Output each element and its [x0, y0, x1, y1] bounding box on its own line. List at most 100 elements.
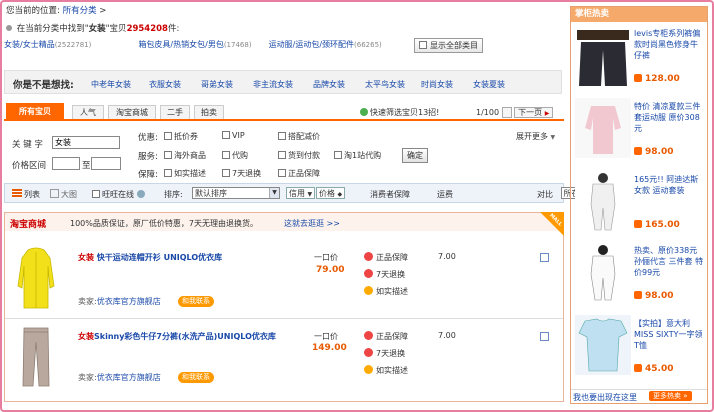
filter-cod[interactable]: 货到付款	[278, 150, 320, 161]
list-icon	[12, 189, 22, 198]
product-price: 79.00	[316, 265, 345, 275]
show-all-categories-button[interactable]: 显示全部类目	[414, 38, 483, 53]
wangwang-online-filter[interactable]: 旺旺在线	[92, 189, 145, 200]
triangle-right-icon: ▶	[544, 110, 550, 117]
grid-view-toggle[interactable]: 大图	[50, 189, 77, 200]
filter-overseas[interactable]: 海外商品	[164, 150, 206, 161]
option-label: 正品保障	[288, 169, 320, 178]
wangwang-contact-button[interactable]: 和我联系	[178, 371, 214, 383]
hot-item-image-tshirt[interactable]	[575, 315, 631, 375]
option-label: 代购	[232, 151, 248, 160]
checkbox[interactable]	[278, 132, 286, 140]
suggestion-link[interactable]: 中老年女装	[91, 79, 131, 90]
tab-secondhand[interactable]: 二手	[160, 105, 190, 120]
grid-icon	[50, 189, 59, 198]
arrow-updown-icon: ◆	[337, 191, 343, 198]
confirm-button[interactable]: 确定	[402, 148, 428, 163]
product-image-jeans[interactable]	[18, 326, 54, 390]
tab-auction[interactable]: 拍卖	[194, 105, 224, 120]
suggestion-link[interactable]: 时尚女装	[421, 79, 453, 90]
sort-credit-button[interactable]: 信用 ▼	[286, 187, 316, 199]
service-label: 服务:	[138, 152, 158, 162]
checkbox[interactable]	[278, 169, 286, 177]
hot-item-image-suit[interactable]	[575, 242, 631, 302]
product-title-link[interactable]: 女装Skinny彩色牛仔7分裤(水洗产品)UNIQLO优衣库	[78, 331, 288, 343]
price-min-input[interactable]	[52, 157, 80, 170]
option-label: 海外商品	[174, 151, 206, 160]
category-row: 女装/女士精品(2522781) 箱包皮具/热销女包/男包(17468) 运动服…	[4, 39, 382, 50]
checkbox[interactable]	[334, 151, 342, 159]
breadcrumb-prefix: 您当前的位置:	[6, 6, 60, 16]
result-number: 2954208	[126, 24, 168, 34]
column-shipping: 运费	[437, 190, 453, 199]
hot-item-title-link[interactable]: 【实拍】意大利MISS SIXTY一字领T恤	[634, 318, 704, 351]
category-count: (17468)	[223, 41, 252, 49]
hot-sale-footer: 我也要出现在这里 更多热卖 »	[571, 389, 707, 403]
checkbox[interactable]	[164, 169, 172, 177]
prev-page-button[interactable]	[501, 107, 512, 118]
mall-browse-link[interactable]: 这就去逛逛 >>	[284, 218, 340, 229]
expand-more-link[interactable]: 展开更多 ▼	[516, 131, 555, 142]
checkbox[interactable]	[222, 131, 230, 139]
tab-all-items[interactable]: 所有宝贝	[6, 103, 64, 120]
category-link[interactable]: 女装/女士精品	[4, 40, 55, 49]
filter-7day-return[interactable]: 7天退换	[222, 168, 261, 179]
list-label: 列表	[24, 190, 40, 199]
filter-vip[interactable]: VIP	[222, 131, 245, 140]
filter-bundle[interactable]: 搭配减价	[278, 131, 320, 142]
hot-item-title-link[interactable]: levis专柜系列裤偏款时尚黑色修身牛仔裤	[634, 28, 704, 61]
hot-item-image-sportswear[interactable]	[575, 98, 631, 158]
quick-filter-link[interactable]: 快速筛选宝贝13招!	[360, 107, 439, 118]
product-price: 149.00	[312, 343, 347, 353]
checkbox[interactable]	[222, 169, 230, 177]
hot-item-title-link[interactable]: 热卖、原价338元 孙俪代言 三件套 特价99元	[634, 245, 704, 278]
next-page-button[interactable]: 下一页 ▶	[514, 107, 554, 118]
filter-taobao-daigou[interactable]: 淘1站代购	[334, 150, 381, 161]
hot-item-image-jeans[interactable]	[575, 28, 631, 88]
pager: 1/100 下一页 ▶	[476, 107, 554, 118]
filter-coupon[interactable]: 抵价券	[164, 131, 198, 142]
wangwang-contact-button[interactable]: 和我联系	[178, 295, 214, 307]
price-tag-icon	[634, 74, 642, 82]
checkbox[interactable]	[92, 190, 100, 198]
breadcrumb-all-categories[interactable]: 所有分类	[63, 6, 97, 16]
checkbox[interactable]	[222, 151, 230, 159]
price-max-input[interactable]	[91, 157, 121, 170]
seller-info: 卖家:优衣库官方旗舰店	[78, 372, 161, 383]
compare-checkbox[interactable]	[540, 332, 549, 341]
checkbox[interactable]	[278, 151, 286, 159]
checkbox[interactable]	[164, 132, 172, 140]
suggestion-link[interactable]: 太平鸟女装	[365, 79, 405, 90]
seller-link[interactable]: 优衣库官方旗舰店	[97, 297, 161, 306]
suggestion-link[interactable]: 非主流女装	[253, 79, 293, 90]
tab-tmall[interactable]: 淘宝商城	[108, 105, 156, 120]
advertise-here-link[interactable]: 我也要出现在这里	[573, 392, 637, 403]
product-title-link[interactable]: 女装 快干运动连帽开衫 UNIQLO优衣库	[78, 252, 222, 263]
option-label: 如实描述	[174, 169, 206, 178]
hot-item-image-adidas-set[interactable]	[575, 170, 631, 232]
hot-item-title-link[interactable]: 特价 清凉夏款三件套运动服 原价308元	[634, 101, 704, 134]
tab-popularity[interactable]: 人气	[72, 105, 104, 120]
sort-select[interactable]: 默认排序 ▼	[192, 187, 280, 199]
suggestion-link[interactable]: 衣服女装	[149, 79, 181, 90]
filter-genuine[interactable]: 正品保障	[278, 168, 320, 179]
hot-item-title-link[interactable]: 165元!! 阿迪达斯 女款 运动套装	[634, 174, 704, 196]
filter-daigou[interactable]: 代购	[222, 150, 248, 161]
keyword-input[interactable]: 女装	[52, 136, 120, 149]
sort-bar	[4, 183, 564, 203]
product-image-yellow-hoodie[interactable]	[16, 246, 56, 312]
suggestion-link[interactable]: 女装夏装	[473, 79, 505, 90]
category-link[interactable]: 箱包皮具/热销女包/男包	[138, 40, 223, 49]
seller-label: 卖家:	[78, 297, 97, 306]
compare-checkbox[interactable]	[540, 253, 549, 262]
category-link[interactable]: 运动服/运动包/颈环配件	[269, 40, 354, 49]
filter-as-described[interactable]: 如实描述	[164, 168, 206, 179]
sort-label: 排序:	[164, 190, 183, 199]
suggestion-link[interactable]: 哥弟女装	[201, 79, 233, 90]
suggestion-link[interactable]: 品牌女装	[313, 79, 345, 90]
list-view-toggle[interactable]: 列表	[12, 189, 40, 200]
checkbox[interactable]	[164, 151, 172, 159]
seller-link[interactable]: 优衣库官方旗舰店	[97, 373, 161, 382]
more-hot-button[interactable]: 更多热卖 »	[649, 391, 692, 401]
sort-price-button[interactable]: 价格 ◆	[316, 187, 346, 199]
